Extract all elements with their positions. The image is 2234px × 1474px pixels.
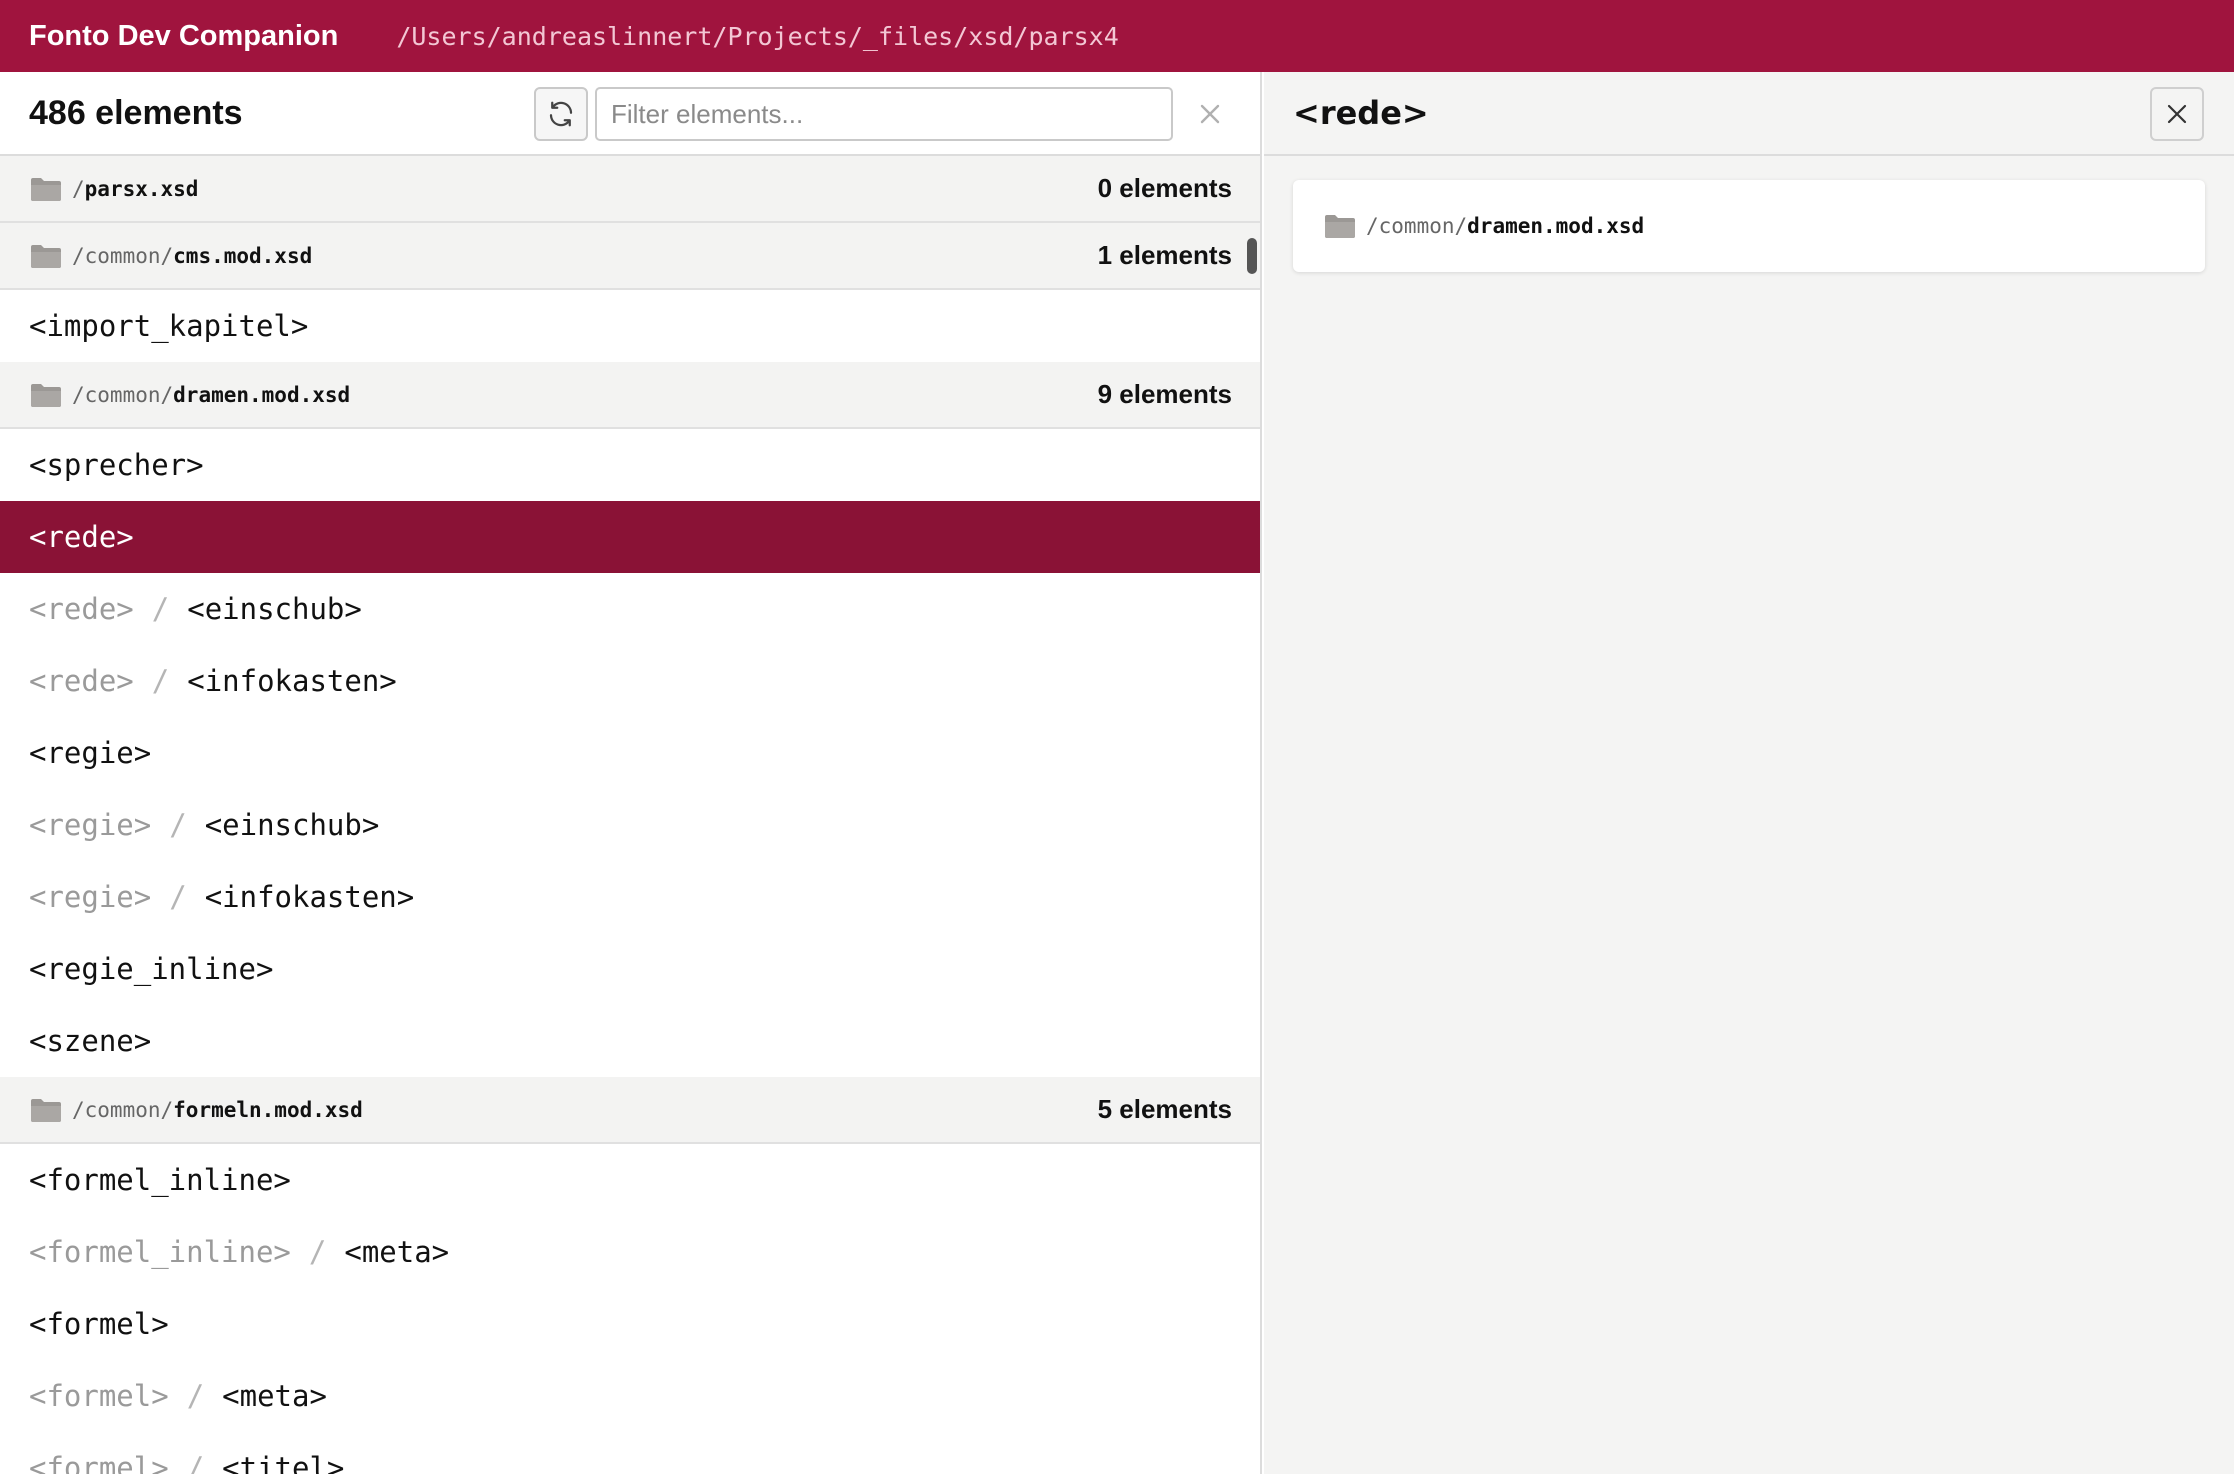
element-row[interactable]: <formel> / <meta>	[0, 1360, 1260, 1432]
file-group-name: parsx.xsd	[84, 176, 199, 201]
element-parent: <formel>	[29, 1451, 169, 1474]
element-parent: <regie>	[29, 880, 152, 914]
folder-icon	[31, 1098, 61, 1122]
element-row[interactable]: <sprecher>	[0, 429, 1260, 501]
element-parent: <rede>	[29, 664, 134, 698]
path-separator: /	[169, 880, 187, 914]
element-name: <formel>	[29, 1307, 169, 1341]
folder-icon	[31, 177, 61, 201]
file-group-dir: /common/	[72, 382, 174, 407]
file-group-path: /common/formeln.mod.xsd	[72, 1098, 363, 1122]
path-separator: /	[169, 808, 187, 842]
element-row[interactable]: <rede> / <einschub>	[0, 573, 1260, 645]
file-group-path: /common/dramen.mod.xsd	[72, 383, 350, 407]
element-row[interactable]: <formel>	[0, 1288, 1260, 1360]
detail-header: <rede>	[1264, 72, 2234, 156]
element-row[interactable]: <import_kapitel>	[0, 290, 1260, 362]
element-name: <infokasten>	[204, 880, 415, 914]
element-name: <regie_inline>	[29, 952, 274, 986]
element-name: <einschub>	[187, 592, 362, 626]
element-name: <infokasten>	[187, 664, 397, 698]
element-name: <einschub>	[204, 808, 380, 842]
app-titlebar: Fonto Dev Companion /Users/andreaslinner…	[0, 0, 2234, 72]
file-group-count: 9 elements	[1097, 379, 1232, 409]
element-name: <regie>	[29, 736, 152, 770]
file-group-path: /parsx.xsd	[72, 177, 198, 201]
path-separator: /	[308, 1235, 327, 1269]
scrollbar-thumb[interactable]	[1247, 238, 1257, 274]
close-icon	[2167, 104, 2187, 124]
file-group-count: 1 elements	[1097, 240, 1232, 270]
file-group-name: dramen.mod.xsd	[173, 382, 351, 407]
element-parent: <rede>	[29, 592, 134, 626]
file-group-name: formeln.mod.xsd	[173, 1097, 363, 1122]
path-separator: /	[186, 1379, 205, 1413]
element-name: <rede>	[29, 520, 134, 554]
close-icon	[1200, 104, 1220, 124]
path-separator: /	[151, 592, 170, 626]
element-name: <sprecher>	[29, 448, 204, 482]
element-parent: <formel>	[29, 1379, 169, 1413]
refresh-icon	[549, 101, 573, 127]
element-list-header: 486 elements	[0, 72, 1260, 156]
path-separator: /	[151, 664, 170, 698]
file-group-header[interactable]: /common/cms.mod.xsd 1 elements	[0, 223, 1260, 290]
element-name: <titel>	[222, 1451, 345, 1474]
element-name: <import_kapitel>	[29, 309, 309, 343]
path-separator: /	[186, 1451, 205, 1474]
element-row[interactable]: <regie_inline>	[0, 933, 1260, 1005]
element-row[interactable]: <formel> / <titel>	[0, 1432, 1260, 1474]
folder-icon	[31, 244, 61, 268]
element-name: <szene>	[29, 1024, 152, 1058]
file-group-count: 0 elements	[1097, 173, 1232, 203]
file-group-path: /common/cms.mod.xsd	[72, 244, 312, 268]
element-row[interactable]: <rede> / <infokasten>	[0, 645, 1260, 717]
source-file-name: dramen.mod.xsd	[1467, 214, 1645, 238]
source-file-card[interactable]: /common/dramen.mod.xsd	[1293, 180, 2205, 272]
source-file-path: /common/dramen.mod.xsd	[1366, 214, 1644, 238]
file-group-name: cms.mod.xsd	[173, 243, 313, 268]
element-name: <meta>	[222, 1379, 327, 1413]
element-name: <meta>	[344, 1235, 450, 1269]
app-path: /Users/andreaslinnert/Projects/_files/xs…	[396, 21, 1119, 51]
close-detail-button[interactable]	[2150, 87, 2204, 141]
refresh-button[interactable]	[534, 87, 588, 141]
file-group-dir: /common/	[72, 243, 174, 268]
file-group-dir: /common/	[72, 1097, 174, 1122]
folder-icon	[1325, 215, 1355, 238]
file-group-header[interactable]: /parsx.xsd 0 elements	[0, 156, 1260, 223]
file-group-header[interactable]: /common/dramen.mod.xsd 9 elements	[0, 362, 1260, 429]
file-group-count: 5 elements	[1097, 1094, 1232, 1124]
element-parent: <regie>	[29, 808, 152, 842]
app-title: Fonto Dev Companion	[29, 19, 339, 52]
detail-title: <rede>	[1293, 94, 1429, 132]
element-row[interactable]: <formel_inline> / <meta>	[0, 1216, 1260, 1288]
file-group-header[interactable]: /common/formeln.mod.xsd 5 elements	[0, 1077, 1260, 1144]
element-row[interactable]: <formel_inline>	[0, 1144, 1260, 1216]
element-row[interactable]: <regie>	[0, 717, 1260, 789]
element-row[interactable]: <regie> / <infokasten>	[0, 861, 1260, 933]
element-parent: <formel_inline>	[29, 1235, 291, 1269]
element-count: 486 elements	[29, 93, 243, 132]
element-row-selected[interactable]: <rede>	[0, 501, 1260, 573]
clear-filter-button[interactable]	[1190, 94, 1230, 134]
folder-icon	[31, 383, 61, 407]
element-row[interactable]: <regie> / <einschub>	[0, 789, 1260, 861]
element-list: /parsx.xsd 0 elements/common/cms.mod.xsd 1…	[0, 156, 1260, 1474]
element-row[interactable]: <szene>	[0, 1005, 1260, 1077]
detail-pane: <rede> /common/dramen.mod.xsd	[1264, 72, 2234, 1474]
filter-elements-input[interactable]	[595, 87, 1173, 141]
element-name: <formel_inline>	[29, 1163, 291, 1197]
source-file-dir: /common/	[1366, 214, 1468, 238]
file-group-dir: /	[72, 176, 85, 201]
element-list-pane: 486 elements /parsx.xsd0 elements/common…	[0, 72, 1262, 1474]
